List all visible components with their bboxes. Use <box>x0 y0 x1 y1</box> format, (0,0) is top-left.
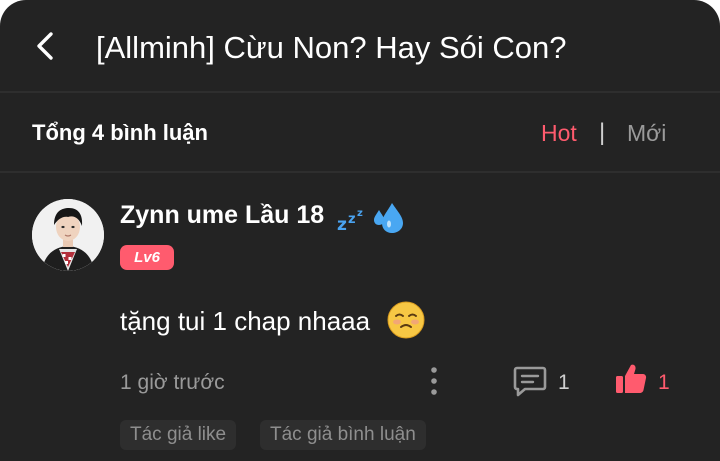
header: [Allminh] Cừu Non? Hay Sói Con? <box>0 0 720 92</box>
back-button[interactable] <box>28 28 64 64</box>
sort-new-tab[interactable]: Mới <box>627 120 666 147</box>
svg-text:z: z <box>337 215 347 233</box>
svg-text:z: z <box>348 212 356 227</box>
comment-timestamp: 1 giờ trước <box>120 371 225 394</box>
avatar-image <box>32 199 104 271</box>
comment-username[interactable]: Zynn ume Lầu 18 <box>120 201 324 230</box>
author-liked-tag: Tác giả like <box>120 420 237 450</box>
like-count: 1 <box>658 371 670 394</box>
author-commented-tag: Tác giả bình luận <box>260 420 426 450</box>
avatar[interactable] <box>32 199 104 271</box>
more-options-icon[interactable] <box>424 364 444 398</box>
comments-sheet: [Allminh] Cừu Non? Hay Sói Con? Tổng 4 b… <box>0 0 720 461</box>
reply-count: 1 <box>558 371 570 394</box>
sort-hot-tab[interactable]: Hot <box>541 120 577 147</box>
bar-divider <box>0 171 720 173</box>
comment-total: Tổng 4 bình luận <box>32 120 208 145</box>
reply-icon[interactable] <box>512 364 548 398</box>
level-badge: Lv6 <box>120 245 174 270</box>
comment-text: tặng tui 1 chap nhaaa <box>120 306 371 336</box>
header-divider <box>0 91 720 93</box>
sleeping-zzz-icon: z z z <box>337 208 363 233</box>
sort-separator: | <box>599 119 606 146</box>
thumbs-up-icon[interactable] <box>614 362 648 396</box>
frowning-face-icon <box>387 301 425 339</box>
chevron-left-icon <box>37 32 53 60</box>
svg-text:z: z <box>357 208 363 219</box>
sweat-droplets-icon <box>374 203 403 233</box>
page-title: [Allminh] Cừu Non? Hay Sói Con? <box>96 30 567 65</box>
